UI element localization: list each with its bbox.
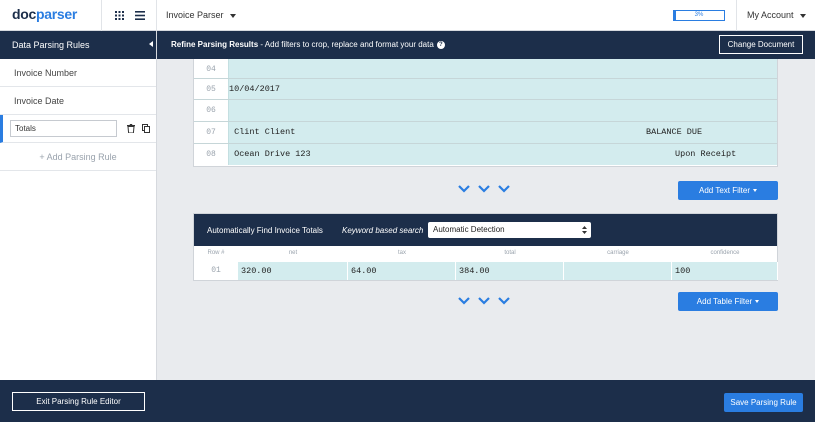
line-text-left: Ocean Drive 123 xyxy=(229,149,311,159)
top-bar: docparser Invoice Parser 3% My Account xyxy=(0,0,815,31)
preview-line: 06 xyxy=(194,100,777,121)
sidebar-footer: Exit Parsing Rule Editor xyxy=(0,380,157,422)
keyword-search-label: Keyword based search xyxy=(342,226,424,235)
page-title-bold: Refine Parsing Results xyxy=(171,40,259,49)
chevron-down-icon xyxy=(229,13,236,18)
help-icon[interactable]: ? xyxy=(436,40,445,49)
sidebar-item-invoice-date[interactable]: Invoice Date xyxy=(0,87,156,115)
cell-total: 384.00 xyxy=(456,262,564,280)
add-table-filter-button[interactable]: Add Table Filter xyxy=(678,292,778,311)
account-label: My Account xyxy=(747,10,794,20)
line-text: Clint Client BALANCE DUE xyxy=(228,122,777,143)
expand-preview-chevrons-icon[interactable] xyxy=(458,184,518,196)
collapse-sidebar-icon[interactable] xyxy=(149,41,153,47)
table-row: 01 320.00 64.00 384.00 100 xyxy=(194,262,778,282)
line-number: 07 xyxy=(194,122,228,143)
line-text: Ocean Drive 123 Upon Receipt xyxy=(228,144,777,165)
add-text-filter-button[interactable]: Add Text Filter xyxy=(678,181,778,200)
change-document-button[interactable]: Change Document xyxy=(719,35,803,54)
docparser-logo[interactable]: docparser xyxy=(12,6,77,22)
select-value: Automatic Detection xyxy=(433,225,505,234)
line-number: 04 xyxy=(194,59,228,80)
list-view-icon[interactable] xyxy=(135,11,145,20)
chevron-down-icon xyxy=(752,189,757,193)
preview-line: 04 xyxy=(194,59,777,80)
main-header: Refine Parsing Results - Add filters to … xyxy=(157,31,815,59)
cell-tax: 64.00 xyxy=(348,262,456,280)
rule-name-input[interactable]: Totals xyxy=(10,120,117,137)
column-header-carriage: carriage xyxy=(607,250,629,256)
grid-view-icon[interactable] xyxy=(115,11,124,20)
line-number: 06 xyxy=(194,100,228,121)
add-parsing-rule-button[interactable]: + Add Parsing Rule xyxy=(0,143,156,171)
totals-title: Automatically Find Invoice Totals xyxy=(207,226,323,235)
sidebar-item-totals[interactable]: Totals xyxy=(0,115,156,143)
logo-text-accent: parser xyxy=(36,6,78,22)
column-header-total: total xyxy=(504,250,516,256)
column-header-net: net xyxy=(288,250,298,256)
cell-carriage xyxy=(564,262,672,280)
select-arrows-icon xyxy=(582,226,587,234)
my-account-menu[interactable]: My Account xyxy=(747,10,806,20)
trash-icon[interactable] xyxy=(127,124,135,133)
totals-panel-header: Automatically Find Invoice Totals Keywor… xyxy=(194,214,777,246)
button-label: Add Text Filter xyxy=(699,186,750,195)
button-label: Add Table Filter xyxy=(696,297,753,306)
line-text xyxy=(228,100,777,121)
sidebar-item-invoice-number[interactable]: Invoice Number xyxy=(0,59,156,87)
rule-label: Invoice Number xyxy=(14,68,78,78)
column-header-tax: tax xyxy=(397,250,406,256)
document-text-preview[interactable]: 04 05 10/04/2017 06 07 Clint Client BALANC… xyxy=(193,59,778,167)
parser-selector[interactable]: Invoice Parser xyxy=(166,10,236,20)
parser-name: Invoice Parser xyxy=(166,10,224,20)
usage-progress-bar: 3% xyxy=(673,10,725,21)
exit-editor-button[interactable]: Exit Parsing Rule Editor xyxy=(12,392,145,411)
line-text-right: BALANCE DUE xyxy=(646,127,703,137)
sidebar-header: Data Parsing Rules xyxy=(0,31,156,59)
logo-text-main: doc xyxy=(12,6,36,22)
expand-table-chevrons-icon[interactable] xyxy=(458,296,518,308)
line-text-left: 10/04/2017 xyxy=(229,84,281,94)
divider xyxy=(101,0,102,31)
bottom-action-bar: Save Parsing Rule xyxy=(157,380,815,422)
column-header-confidence: confidence xyxy=(710,250,740,256)
save-parsing-rule-button[interactable]: Save Parsing Rule xyxy=(724,393,803,412)
cell-confidence: 100 xyxy=(672,262,778,280)
line-text: 10/04/2017 xyxy=(228,79,777,100)
sidebar-title: Data Parsing Rules xyxy=(12,40,90,50)
invoice-totals-panel: Automatically Find Invoice Totals Keywor… xyxy=(193,213,778,281)
sidebar: Data Parsing Rules Invoice Number Invoic… xyxy=(0,31,157,422)
line-number: 05 xyxy=(194,79,228,100)
usage-percent: 3% xyxy=(694,12,704,18)
line-text xyxy=(228,59,777,80)
cell-net: 320.00 xyxy=(238,262,348,280)
preview-line: 07 Clint Client BALANCE DUE xyxy=(194,122,777,143)
chevron-down-icon xyxy=(755,300,760,304)
divider xyxy=(736,0,737,31)
line-text-left: Clint Client xyxy=(229,127,296,137)
page-subtitle: - Add filters to crop, replace and forma… xyxy=(258,40,434,49)
column-header-row: Row # xyxy=(207,250,225,256)
chevron-down-icon xyxy=(799,13,806,18)
preview-line: 05 10/04/2017 xyxy=(194,79,777,100)
copy-icon[interactable] xyxy=(142,124,150,133)
line-number: 08 xyxy=(194,144,228,165)
line-text-right: Upon Receipt xyxy=(675,149,737,159)
preview-line: 08 Ocean Drive 123 Upon Receipt xyxy=(194,144,777,165)
row-number: 01 xyxy=(211,266,221,275)
page-title: Refine Parsing Results - Add filters to … xyxy=(171,40,445,49)
detection-mode-select[interactable]: Automatic Detection xyxy=(428,222,591,238)
rule-label: Invoice Date xyxy=(14,96,65,106)
divider xyxy=(156,0,157,31)
